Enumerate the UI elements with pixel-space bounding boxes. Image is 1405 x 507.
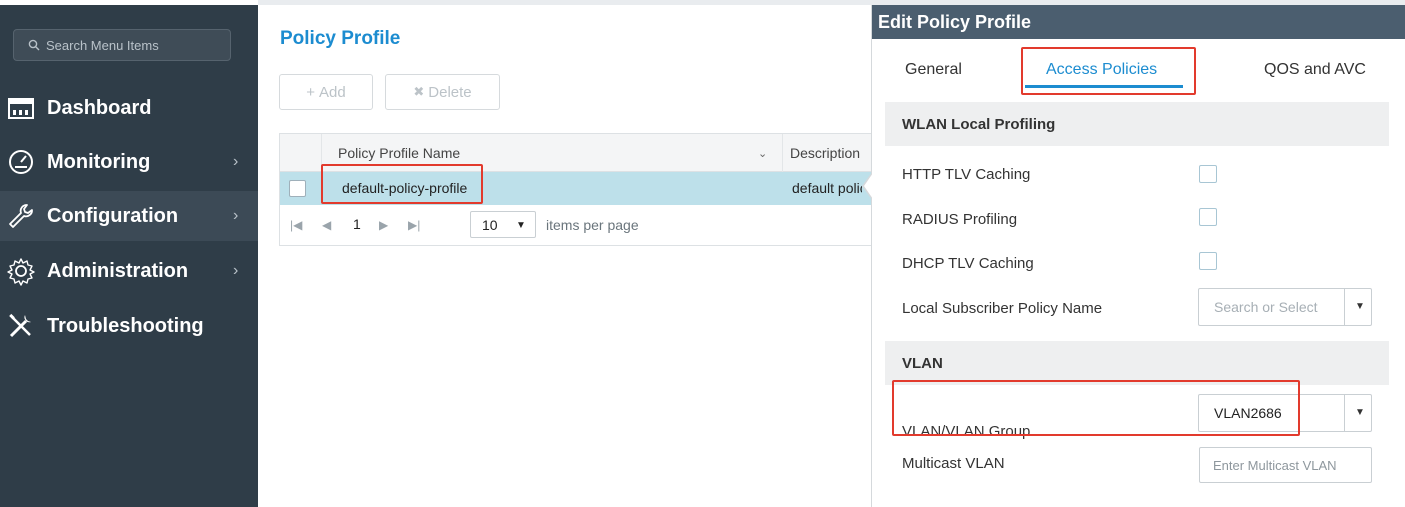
add-button[interactable]: + Add <box>279 74 373 110</box>
http-tlv-caching-label: HTTP TLV Caching <box>902 166 1031 183</box>
panel-title: Edit Policy Profile <box>872 5 1405 39</box>
select-divider <box>1344 289 1345 325</box>
policy-profile-description: default policy profile <box>792 180 862 196</box>
delete-button-label: Delete <box>428 83 472 101</box>
panel-pointer-inner <box>864 173 873 199</box>
app-window: Search Menu Items Dashboard Monitoring ›… <box>0 0 1405 507</box>
radius-profiling-checkbox[interactable] <box>1199 208 1217 226</box>
sort-chevron-icon[interactable]: ⌄ <box>758 147 767 160</box>
add-button-label: Add <box>319 83 346 101</box>
gauge-icon <box>4 145 38 179</box>
close-icon: ✖ <box>413 84 425 99</box>
prev-page-icon[interactable]: ◀ <box>322 218 331 232</box>
items-per-page-value: 10 <box>482 216 498 233</box>
items-per-page-select[interactable]: 10 ▼ <box>470 211 536 238</box>
highlight-box-profile-name <box>321 164 483 204</box>
delete-button[interactable]: ✖ Delete <box>385 74 500 110</box>
sidebar-item-label: Troubleshooting <box>47 314 204 337</box>
multicast-vlan-label: Multicast VLAN <box>902 455 1005 472</box>
sidebar-item-configuration[interactable]: Configuration › <box>0 191 258 241</box>
edit-policy-profile-panel: Edit Policy Profile General Access Polic… <box>871 5 1405 507</box>
sidebar-item-label: Dashboard <box>47 96 152 119</box>
column-header-description[interactable]: Description <box>790 145 860 161</box>
header-checkbox-column <box>280 134 322 172</box>
section-wlan-local-profiling: WLAN Local Profiling <box>885 102 1389 146</box>
tab-qos-and-avc[interactable]: QOS and AVC <box>1264 61 1366 79</box>
local-subscriber-policy-select[interactable]: Search or Select ▼ <box>1198 288 1372 326</box>
search-placeholder: Search Menu Items <box>46 37 159 53</box>
pagination: |◀ ◀ 1 ▶ ▶| 10 ▼ items per page <box>280 205 872 246</box>
local-subscriber-policy-label: Local Subscriber Policy Name <box>902 300 1103 317</box>
search-input[interactable]: Search Menu Items <box>13 29 231 61</box>
plus-icon: + <box>306 83 316 101</box>
row-checkbox[interactable] <box>289 180 306 197</box>
sidebar-item-troubleshooting[interactable]: Troubleshooting <box>0 301 258 351</box>
search-icon <box>28 39 40 51</box>
dhcp-tlv-caching-checkbox[interactable] <box>1199 252 1217 270</box>
wrench-icon <box>4 199 38 233</box>
page-title: Policy Profile <box>280 28 401 49</box>
local-subscriber-policy-placeholder: Search or Select <box>1214 299 1318 315</box>
radius-profiling-label: RADIUS Profiling <box>902 211 1018 228</box>
caret-down-icon[interactable]: ▼ <box>1355 407 1365 418</box>
sidebar: Search Menu Items Dashboard Monitoring ›… <box>0 5 258 507</box>
chevron-right-icon: › <box>233 153 239 170</box>
current-page: 1 <box>353 216 361 232</box>
policy-profile-pane: Policy Profile + Add ✖ Delete Policy Pro… <box>258 5 872 507</box>
dhcp-tlv-caching-label: DHCP TLV Caching <box>902 255 1034 272</box>
sidebar-item-label: Monitoring <box>47 150 151 173</box>
tab-general[interactable]: General <box>905 61 962 79</box>
column-divider <box>782 134 783 172</box>
caret-down-icon[interactable]: ▼ <box>1355 301 1365 312</box>
items-per-page-label: items per page <box>546 217 639 233</box>
select-divider <box>1344 395 1345 431</box>
sidebar-item-label: Configuration <box>47 204 179 227</box>
sidebar-item-label: Administration <box>47 259 189 282</box>
chevron-right-icon: › <box>233 262 239 279</box>
last-page-icon[interactable]: ▶| <box>408 218 420 232</box>
first-page-icon[interactable]: |◀ <box>290 218 302 232</box>
gear-icon <box>4 254 38 288</box>
sidebar-item-monitoring[interactable]: Monitoring › <box>0 137 258 187</box>
column-header-name[interactable]: Policy Profile Name <box>338 145 460 161</box>
multicast-vlan-placeholder: Enter Multicast VLAN <box>1213 458 1337 473</box>
http-tlv-caching-checkbox[interactable] <box>1199 165 1217 183</box>
dashboard-icon <box>4 91 38 125</box>
sidebar-item-administration[interactable]: Administration › <box>0 246 258 296</box>
next-page-icon[interactable]: ▶ <box>379 218 388 232</box>
highlight-box-vlan-group <box>892 380 1300 436</box>
highlight-box-access-policies <box>1021 47 1196 95</box>
caret-down-icon: ▼ <box>516 220 526 231</box>
chevron-right-icon: › <box>233 207 239 224</box>
section-vlan: VLAN <box>885 341 1389 385</box>
tools-icon <box>4 309 38 343</box>
multicast-vlan-input[interactable]: Enter Multicast VLAN <box>1199 447 1372 483</box>
sidebar-item-dashboard[interactable]: Dashboard <box>0 83 258 133</box>
